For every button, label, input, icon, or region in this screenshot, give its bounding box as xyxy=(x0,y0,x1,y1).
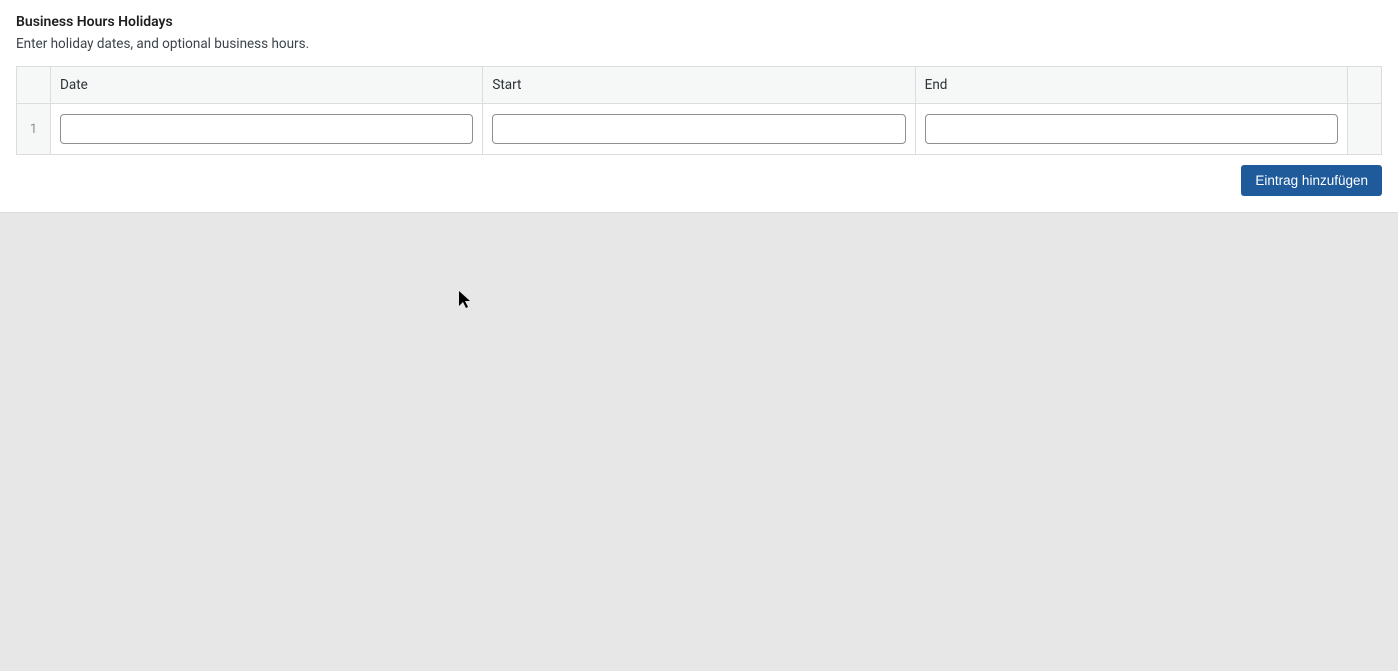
column-header-date: Date xyxy=(51,67,483,104)
row-index[interactable]: 1 xyxy=(17,104,51,155)
holiday-table: Date Start End 1 xyxy=(16,66,1382,155)
section-description: Enter holiday dates, and optional busine… xyxy=(16,36,1382,52)
column-header-action xyxy=(1348,67,1382,104)
section-title: Business Hours Holidays xyxy=(16,14,1382,30)
table-row: 1 xyxy=(17,104,1382,155)
row-action-cell[interactable] xyxy=(1348,104,1382,155)
date-input[interactable] xyxy=(60,114,473,144)
column-header-start: Start xyxy=(483,67,915,104)
actions-row: Eintrag hinzufügen xyxy=(16,165,1382,196)
column-header-end: End xyxy=(915,67,1347,104)
start-input[interactable] xyxy=(492,114,905,144)
column-header-handle xyxy=(17,67,51,104)
end-input[interactable] xyxy=(925,114,1338,144)
business-hours-panel: Business Hours Holidays Enter holiday da… xyxy=(0,0,1398,213)
add-entry-button[interactable]: Eintrag hinzufügen xyxy=(1241,165,1382,196)
background-area xyxy=(0,213,1398,671)
